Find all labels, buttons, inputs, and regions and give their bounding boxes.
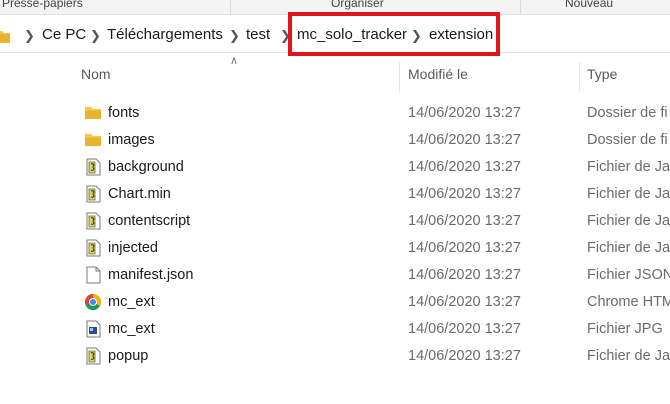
javascript-file-icon [86, 212, 101, 230]
file-name: mc_ext [108, 294, 155, 310]
ribbon-group-clipboard: Presse-papiers [2, 0, 83, 10]
file-name: popup [108, 348, 149, 364]
file-name: background [108, 159, 184, 175]
file-name: mc_ext [108, 321, 155, 337]
file-type: Fichier JPG [587, 321, 663, 337]
file-row[interactable]: popup 14/06/2020 13:27 Fichier de Jav [0, 343, 670, 370]
file-type: Fichier de Jav [587, 240, 670, 256]
ribbon-divider [230, 0, 231, 14]
file-row[interactable]: contentscript 14/06/2020 13:27 Fichier d… [0, 208, 670, 235]
sort-ascending-icon[interactable]: ∧ [230, 54, 238, 67]
chevron-right-icon[interactable]: ❯ [90, 28, 101, 44]
file-modified: 14/06/2020 13:27 [408, 267, 521, 283]
file-modified: 14/06/2020 13:27 [408, 240, 521, 256]
folder-icon [0, 31, 10, 43]
blank-file-icon [86, 266, 101, 284]
file-modified: 14/06/2020 13:27 [408, 348, 521, 364]
javascript-file-icon [86, 185, 101, 203]
column-header-name[interactable]: Nom [81, 66, 111, 82]
file-type: Fichier de Jav [587, 186, 670, 202]
folder-icon [85, 134, 101, 146]
ribbon-group-new: Nouveau [565, 0, 614, 10]
file-modified: 14/06/2020 13:27 [408, 321, 521, 337]
breadcrumb-item-this-pc[interactable]: Ce PC [42, 26, 86, 43]
file-row[interactable]: mc_ext 14/06/2020 13:27 Chrome HTM [0, 289, 670, 316]
file-name: fonts [108, 105, 140, 121]
file-type: Fichier de Jav [587, 348, 670, 364]
file-name: injected [108, 240, 158, 256]
javascript-file-icon [86, 239, 101, 257]
ribbon-divider [520, 0, 521, 14]
file-type: Fichier de Jav [587, 213, 670, 229]
file-type: Fichier de Jav [587, 159, 670, 175]
breadcrumb-item-downloads[interactable]: Téléchargements [107, 26, 223, 43]
javascript-file-icon [86, 158, 101, 176]
image-file-icon [86, 320, 101, 338]
file-row[interactable]: manifest.json 14/06/2020 13:27 Fichier J… [0, 262, 670, 289]
chevron-right-icon: ❯ [24, 28, 35, 43]
column-divider[interactable] [579, 62, 580, 92]
file-type: Dossier de fi [587, 105, 668, 121]
column-header-modified[interactable]: Modifié le [408, 66, 468, 82]
chevron-right-icon[interactable]: ❯ [229, 28, 240, 44]
column-divider[interactable] [399, 62, 400, 92]
file-row[interactable]: images 14/06/2020 13:27 Dossier de fi [0, 127, 670, 154]
folder-icon [85, 107, 101, 119]
file-modified: 14/06/2020 13:27 [408, 159, 521, 175]
file-type: Chrome HTM [587, 294, 670, 310]
column-header-type[interactable]: Type [587, 66, 617, 82]
file-name: Chart.min [108, 186, 171, 202]
file-modified: 14/06/2020 13:27 [408, 132, 521, 148]
file-type: Dossier de fi [587, 132, 668, 148]
javascript-file-icon [86, 347, 101, 365]
file-modified: 14/06/2020 13:27 [408, 213, 521, 229]
file-name: contentscript [108, 213, 191, 229]
chrome-icon [84, 294, 102, 311]
file-row[interactable]: fonts 14/06/2020 13:27 Dossier de fi [0, 100, 670, 127]
file-row[interactable]: injected 14/06/2020 13:27 Fichier de Jav [0, 235, 670, 262]
file-modified: 14/06/2020 13:27 [408, 105, 521, 121]
file-modified: 14/06/2020 13:27 [408, 186, 521, 202]
file-modified: 14/06/2020 13:27 [408, 294, 521, 310]
ribbon-group-organize: Organiser [331, 0, 384, 10]
file-name: manifest.json [108, 267, 194, 283]
highlight-box [288, 12, 500, 56]
file-row[interactable]: background 14/06/2020 13:27 Fichier de J… [0, 154, 670, 181]
file-row[interactable]: Chart.min 14/06/2020 13:27 Fichier de Ja… [0, 181, 670, 208]
breadcrumb-item-test[interactable]: test [246, 26, 270, 43]
file-name: images [108, 132, 155, 148]
file-row[interactable]: mc_ext 14/06/2020 13:27 Fichier JPG [0, 316, 670, 343]
file-type: Fichier JSON [587, 267, 670, 283]
